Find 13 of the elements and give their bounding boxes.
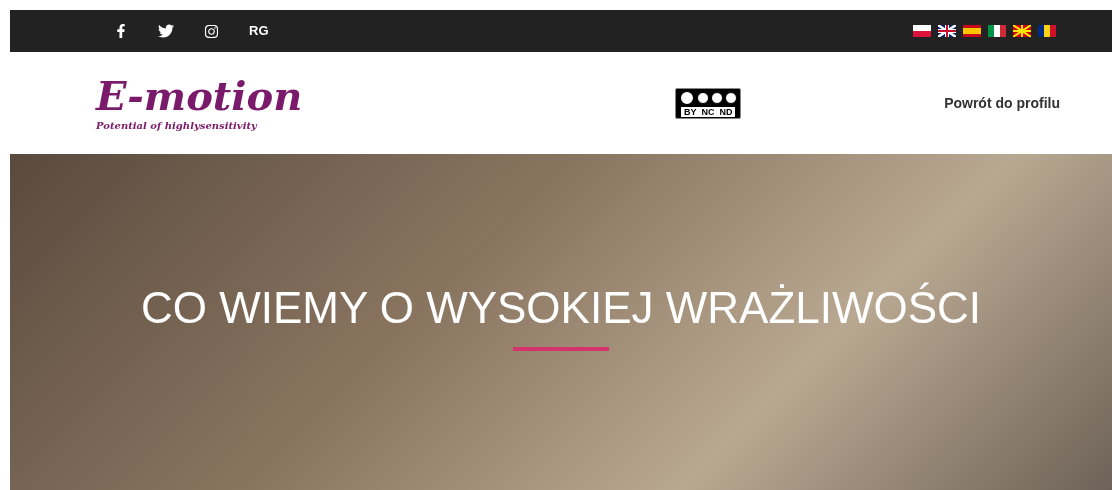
logo-tagline: Potential of highlysensitivity <box>96 118 259 133</box>
twitter-icon[interactable] <box>158 23 174 39</box>
license-label: NC <box>701 106 715 117</box>
logo-title: E-motion <box>96 73 303 118</box>
nav-link[interactable]: Powrót do profilu <box>944 92 1060 114</box>
license-label: ND <box>719 106 733 117</box>
facebook-icon[interactable] <box>114 24 128 38</box>
instagram-icon[interactable] <box>204 23 219 39</box>
flag-icon[interactable] <box>938 25 956 37</box>
hero-title: CO WIEMY O WYSOKIEJ WRAŻLIWOŚCI <box>140 283 982 333</box>
license-label: BY <box>683 106 697 117</box>
flag-icon[interactable] <box>1038 25 1056 37</box>
social-link[interactable]: RG <box>249 21 269 41</box>
